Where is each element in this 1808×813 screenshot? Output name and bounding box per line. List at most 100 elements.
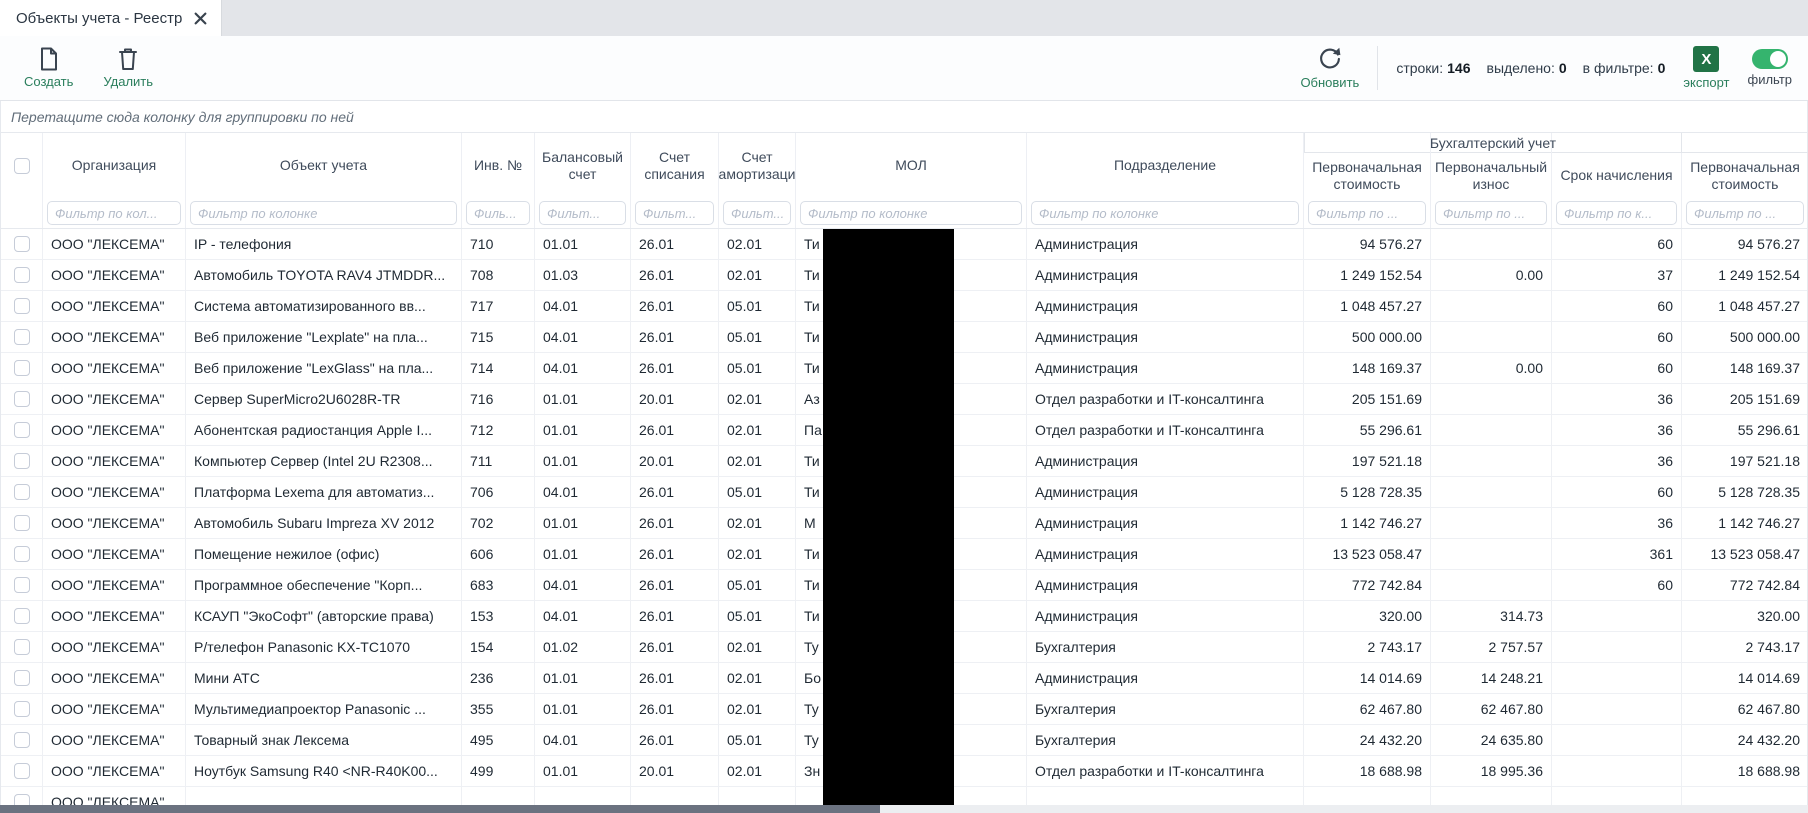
cell-depreciation-account: 05.01	[719, 322, 796, 352]
cell-department: Администрация	[1027, 477, 1304, 507]
filter-input-balance-account[interactable]	[539, 201, 626, 225]
filter-input-object[interactable]	[190, 201, 457, 225]
cell-initial-cost-2: 14 014.69	[1682, 663, 1808, 693]
cell-balance-account: 01.02	[535, 632, 631, 662]
filter-input-writeoff-account[interactable]	[635, 201, 714, 225]
rows-counter: строки:146	[1396, 60, 1470, 76]
horizontal-scrollbar[interactable]	[0, 805, 1808, 813]
tab-objects-registry[interactable]: Объекты учета - Реестр	[0, 0, 222, 36]
horizontal-scrollbar-thumb[interactable]	[0, 805, 880, 813]
row-checkbox[interactable]	[14, 577, 30, 593]
row-checkbox[interactable]	[14, 546, 30, 562]
column-header-inv[interactable]: Инв. №	[462, 133, 535, 228]
cell-depreciation-account: 05.01	[719, 601, 796, 631]
cell-initial-cost: 772 742.84	[1304, 570, 1431, 600]
cell-department: Администрация	[1027, 291, 1304, 321]
row-checkbox[interactable]	[14, 484, 30, 500]
cell-depreciation-account: 02.01	[719, 384, 796, 414]
row-checkbox-cell	[1, 229, 43, 259]
row-checkbox[interactable]	[14, 360, 30, 376]
cell-accrual-term: 60	[1552, 353, 1682, 383]
cell-accrual-term: 36	[1552, 508, 1682, 538]
filter-input-department[interactable]	[1031, 201, 1299, 225]
cell-initial-cost-2: 1 142 746.27	[1682, 508, 1808, 538]
group-by-drop-zone[interactable]: Перетащите сюда колонку для группировки …	[0, 101, 1808, 133]
column-header-depreciation-account[interactable]: Счет амортизаци	[719, 133, 796, 228]
refresh-button-label: Обновить	[1300, 75, 1359, 90]
row-checkbox[interactable]	[14, 298, 30, 314]
row-checkbox[interactable]	[14, 670, 30, 686]
cell-initial-cost-2: 205 151.69	[1682, 384, 1808, 414]
column-header-mol[interactable]: МОЛ	[796, 133, 1027, 228]
column-label-inv: Инв. №	[462, 133, 534, 198]
cell-initial-cost-2: 18 688.98	[1682, 756, 1808, 786]
refresh-button[interactable]: Обновить	[1300, 46, 1359, 90]
cell-initial-wear: 14 248.21	[1431, 663, 1552, 693]
cell-org: ООО "ЛЕКСЕМА"	[43, 384, 186, 414]
row-checkbox[interactable]	[14, 515, 30, 531]
cell-object: Абонентская радиостанция Apple I...	[186, 415, 462, 445]
cell-writeoff-account: 26.01	[631, 353, 719, 383]
group-header-accounting: Бухгалтерский учет	[1304, 133, 1682, 153]
cell-initial-wear: 24 635.80	[1431, 725, 1552, 755]
cell-accrual-term	[1552, 601, 1682, 631]
cell-accrual-term: 60	[1552, 570, 1682, 600]
column-header-object[interactable]: Объект учета	[186, 133, 462, 228]
cell-org: ООО "ЛЕКСЕМА"	[43, 477, 186, 507]
filter-input-org[interactable]	[47, 201, 181, 225]
cell-initial-cost-2: 1 048 457.27	[1682, 291, 1808, 321]
row-checkbox[interactable]	[14, 329, 30, 345]
cell-initial-cost	[1304, 787, 1431, 805]
cell-balance-account: 01.01	[535, 756, 631, 786]
row-checkbox[interactable]	[14, 794, 30, 805]
filter-input-mol[interactable]	[800, 201, 1022, 225]
cell-writeoff-account: 26.01	[631, 632, 719, 662]
filter-input-inv[interactable]	[466, 201, 530, 225]
cell-initial-cost: 55 296.61	[1304, 415, 1431, 445]
row-checkbox-cell	[1, 508, 43, 538]
cell-balance-account: 01.01	[535, 508, 631, 538]
cell-initial-cost-2: 62 467.80	[1682, 694, 1808, 724]
select-all-checkbox[interactable]	[14, 158, 30, 174]
cell-inv: 708	[462, 260, 535, 290]
column-header-balance-account[interactable]: Балансовый счет	[535, 133, 631, 228]
column-header-writeoff-account[interactable]: Счет списания	[631, 133, 719, 228]
export-button[interactable]: X экспорт	[1683, 46, 1729, 90]
toolbar: Создать Удалить	[0, 36, 1808, 101]
tab-close-icon[interactable]	[194, 12, 207, 25]
filter-input-initial-cost-2[interactable]	[1686, 201, 1804, 225]
cell-initial-cost: 320.00	[1304, 601, 1431, 631]
row-checkbox[interactable]	[14, 236, 30, 252]
row-checkbox[interactable]	[14, 608, 30, 624]
cell-inv: 717	[462, 291, 535, 321]
row-checkbox[interactable]	[14, 391, 30, 407]
row-checkbox[interactable]	[14, 732, 30, 748]
filter-input-accrual-term[interactable]	[1556, 201, 1677, 225]
column-header-org[interactable]: Организация	[43, 133, 186, 228]
row-checkbox[interactable]	[14, 267, 30, 283]
column-header-department[interactable]: Подразделение	[1027, 133, 1304, 228]
column-label-org: Организация	[43, 133, 185, 198]
row-checkbox[interactable]	[14, 639, 30, 655]
cell-initial-cost-2: 94 576.27	[1682, 229, 1808, 259]
filter-input-initial-cost[interactable]	[1308, 201, 1426, 225]
column-header-initial-cost-2[interactable]: Первоначальная стоимость	[1682, 133, 1808, 228]
cell-accrual-term	[1552, 787, 1682, 805]
cell-initial-cost: 197 521.18	[1304, 446, 1431, 476]
cell-org: ООО "ЛЕКСЕМА"	[43, 539, 186, 569]
cell-inv: 606	[462, 539, 535, 569]
column-label-writeoff-account: Счет списания	[631, 133, 718, 198]
column-header-checkbox[interactable]	[1, 133, 43, 228]
create-button[interactable]: Создать	[24, 47, 73, 89]
row-checkbox[interactable]	[14, 453, 30, 469]
row-checkbox[interactable]	[14, 422, 30, 438]
cell-accrual-term: 36	[1552, 446, 1682, 476]
filter-input-initial-wear[interactable]	[1435, 201, 1547, 225]
cell-department: Отдел разработки и IT-консалтинга	[1027, 384, 1304, 414]
row-checkbox[interactable]	[14, 763, 30, 779]
row-checkbox[interactable]	[14, 701, 30, 717]
filter-input-depreciation-account[interactable]	[723, 201, 791, 225]
filter-toggle[interactable]	[1752, 49, 1788, 69]
toolbar-separator	[1377, 46, 1378, 90]
delete-button[interactable]: Удалить	[103, 47, 153, 89]
